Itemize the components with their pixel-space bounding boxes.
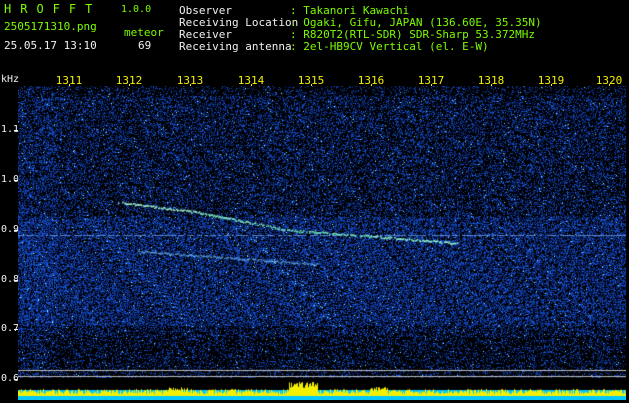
file-name: 2505171310.png bbox=[4, 20, 97, 33]
spectrogram-canvas bbox=[18, 86, 626, 378]
capture-datetime: 25.05.17 13:10 bbox=[4, 39, 97, 52]
frequency-axis: kHz 1.1 1.0 0.9 0.8 0.7 0.6 bbox=[0, 73, 20, 400]
info-header: HROFFT 1.0.0 2505171310.png 25.05.17 13:… bbox=[0, 0, 629, 73]
app-brand: HROFFT bbox=[4, 2, 102, 16]
time-axis: 1311 1312 1313 1314 1315 1316 1317 1318 … bbox=[0, 73, 629, 87]
echo-count: 69 bbox=[138, 39, 152, 52]
signal-level-bar bbox=[18, 378, 626, 400]
spectrogram bbox=[18, 86, 626, 378]
app-version: 1.0.0 bbox=[121, 4, 152, 15]
field-value-antenna: : 2el-HB9CV Vertical (el. E-W) bbox=[290, 40, 489, 53]
frequency-unit-label: kHz bbox=[1, 74, 20, 85]
field-key-antenna: Receiving antenna bbox=[179, 40, 292, 53]
signal-level-canvas bbox=[18, 378, 626, 400]
mode-label: meteor bbox=[124, 26, 164, 39]
